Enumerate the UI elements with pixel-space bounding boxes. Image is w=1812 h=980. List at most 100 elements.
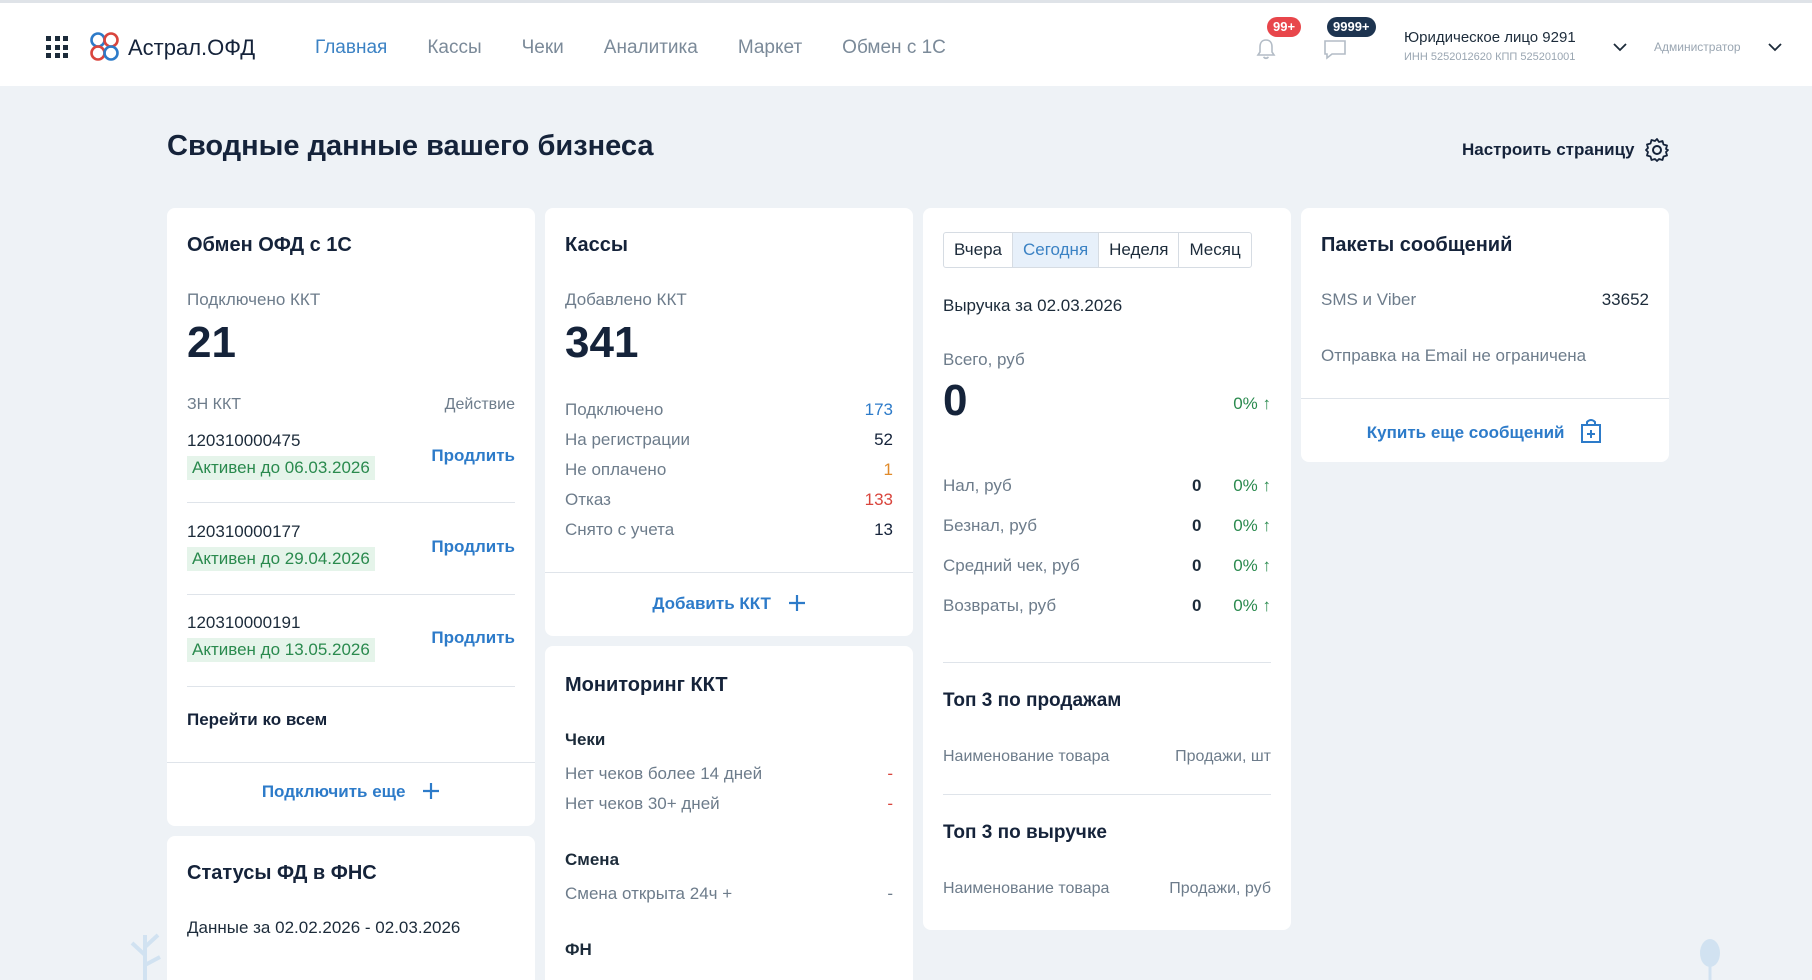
org-inn: ИНН 5252012620 КПП 525201001	[1404, 51, 1576, 63]
check-value: -	[887, 794, 893, 813]
gear-icon	[1645, 138, 1670, 162]
logo-text[interactable]: Астрал.ОФД	[128, 35, 255, 61]
logo-icon[interactable]	[88, 30, 121, 63]
extend-button[interactable]: Продлить	[431, 446, 515, 466]
connect-more-label: Подключить еще	[261, 782, 406, 801]
revenue-row-value: 0	[1192, 516, 1202, 535]
top-revenue-col-sum: Продажи, руб	[1169, 880, 1271, 897]
extend-button[interactable]: Продлить	[431, 537, 515, 557]
message-packages-card: Пакеты сообщений SMS и Viber 33652 Отпра…	[1301, 208, 1669, 462]
nav-exchange-1c[interactable]: Обмен с 1С	[842, 37, 946, 59]
row-divider	[187, 686, 515, 687]
check-label: Нет чеков 30+ дней	[565, 794, 720, 813]
org-name[interactable]: Юридическое лицо 9291	[1404, 29, 1576, 46]
apps-grid-icon[interactable]	[46, 36, 70, 58]
revenue-row-label: Безнал, руб	[943, 516, 1037, 535]
kkt-zn: 120310000475	[187, 431, 301, 450]
section-divider	[943, 662, 1271, 663]
section-divider	[1301, 398, 1669, 399]
connected-count: 21	[187, 318, 236, 367]
stat-value: 1	[883, 460, 893, 479]
section-divider	[545, 572, 913, 573]
connect-more-button[interactable]: Подключить еще	[167, 782, 535, 802]
stat-label: Снято с учета	[565, 520, 675, 539]
card-title: Статусы ФД в ФНС	[187, 862, 377, 884]
plus-icon	[788, 595, 805, 611]
status-badge: Активен до 13.05.2026	[187, 638, 375, 662]
section-divider	[943, 794, 1271, 795]
stat-value: 133	[864, 490, 893, 509]
period-tabs: Вчера Сегодня Неделя Месяц	[943, 232, 1252, 268]
stat-value: 52	[874, 430, 893, 449]
column-zn: ЗН ККТ	[187, 396, 242, 413]
add-kkt-label: Добавить ККТ	[652, 594, 771, 613]
chevron-down-icon[interactable]	[1768, 40, 1782, 54]
nav-home[interactable]: Главная	[315, 37, 387, 59]
nav-checks[interactable]: Чеки	[522, 37, 564, 59]
card-title: Мониторинг ККТ	[565, 674, 728, 696]
revenue-row-change: 0% ↑	[1233, 556, 1271, 575]
buy-messages-button[interactable]: Купить еще сообщений	[1301, 418, 1669, 444]
top-sales-col-name: Наименование товара	[943, 748, 1110, 765]
connected-label: Подключено ККТ	[187, 290, 321, 309]
section-checks: Чеки	[565, 730, 606, 749]
chat-icon[interactable]	[1323, 38, 1347, 60]
tab-week[interactable]: Неделя	[1099, 233, 1180, 267]
stat-value[interactable]: 173	[865, 400, 893, 420]
nav-kassy[interactable]: Кассы	[427, 37, 481, 59]
top-header: Астрал.ОФД Главная Кассы Чеки Аналитика …	[0, 0, 1812, 86]
card-title: Обмен ОФД с 1С	[187, 234, 352, 256]
stat-label: Отказ	[565, 490, 611, 509]
email-text: Отправка на Email не ограничена	[1321, 346, 1587, 365]
revenue-row-label: Средний чек, руб	[943, 556, 1080, 575]
revenue-heading: Выручка за 02.03.2026	[943, 296, 1123, 315]
chevron-down-icon[interactable]	[1613, 40, 1627, 54]
notifications-badge: 99+	[1267, 17, 1302, 37]
bell-icon[interactable]	[1256, 38, 1276, 60]
customize-page-button[interactable]: Настроить страницу	[1462, 137, 1670, 163]
fns-period: Данные за 02.02.2026 - 02.03.2026	[187, 918, 461, 937]
revenue-row-value: 0	[1192, 476, 1202, 495]
section-shift: Смена	[565, 850, 620, 869]
top-sales-title: Топ 3 по продажам	[943, 690, 1122, 711]
section-fn: ФН	[565, 940, 592, 959]
revenue-row-label: Нал, руб	[943, 476, 1012, 495]
row-divider	[187, 502, 515, 503]
revenue-card: Вчера Сегодня Неделя Месяц Выручка за 02…	[923, 208, 1291, 930]
plus-icon	[423, 783, 440, 799]
kkt-zn: 120310000177	[187, 522, 301, 541]
monitoring-card: Мониторинг ККТ Чеки Нет чеков более 14 д…	[545, 646, 913, 980]
user-role[interactable]: Администратор	[1654, 40, 1741, 54]
nav-analytics[interactable]: Аналитика	[604, 37, 698, 59]
top-sales-col-qty: Продажи, шт	[1175, 748, 1271, 765]
kkt-zn: 120310000191	[187, 613, 301, 632]
add-kkt-button[interactable]: Добавить ККТ	[545, 594, 913, 614]
buy-messages-label: Купить еще сообщений	[1366, 423, 1565, 442]
revenue-row-change: 0% ↑	[1233, 596, 1271, 615]
shift-value: -	[887, 884, 893, 903]
top-revenue-title: Топ 3 по выручке	[943, 822, 1107, 843]
total-change: 0% ↑	[1233, 394, 1271, 413]
tab-today[interactable]: Сегодня	[1013, 233, 1100, 267]
card-title: Пакеты сообщений	[1321, 234, 1513, 256]
tab-yesterday[interactable]: Вчера	[944, 233, 1013, 267]
revenue-row-label: Возвраты, руб	[943, 596, 1057, 615]
stat-label: На регистрации	[565, 430, 690, 449]
status-badge: Активен до 06.03.2026	[187, 456, 375, 480]
row-divider	[187, 594, 515, 595]
extend-button[interactable]: Продлить	[431, 628, 515, 648]
kassy-card: Кассы Добавлено ККТ 341 Подключено 173 Н…	[545, 208, 913, 636]
ofd-exchange-card: Обмен ОФД с 1С Подключено ККТ 21 ЗН ККТ …	[167, 208, 535, 826]
section-divider	[167, 762, 535, 763]
added-label: Добавлено ККТ	[565, 290, 687, 309]
go-all-link[interactable]: Перейти ко всем	[187, 710, 327, 730]
messages-badge: 9999+	[1327, 17, 1376, 37]
check-label: Нет чеков более 14 дней	[565, 764, 763, 783]
revenue-row-value: 0	[1192, 556, 1202, 575]
card-title: Кассы	[565, 234, 628, 256]
sms-label: SMS и Viber	[1321, 290, 1417, 309]
stat-value: 13	[874, 520, 893, 539]
nav-market[interactable]: Маркет	[738, 37, 802, 59]
total-label: Всего, руб	[943, 350, 1025, 369]
tab-month[interactable]: Месяц	[1179, 233, 1250, 267]
